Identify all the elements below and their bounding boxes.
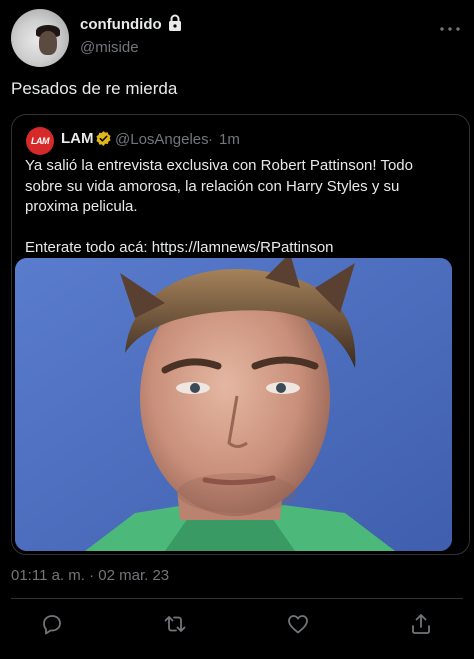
author-avatar[interactable] — [11, 9, 69, 67]
heart-icon — [288, 615, 308, 634]
quoted-text-line: sobre su vida amorosa, la relación con H… — [25, 177, 400, 195]
like-button[interactable] — [284, 610, 312, 638]
quoted-tweet-card[interactable]: LAM LAM @LosAngeles · 1m Ya salió la ent… — [11, 114, 470, 555]
tweet-text: Pesados de re mierda — [11, 79, 178, 98]
quoted-author-handle[interactable]: @LosAngeles — [115, 131, 209, 148]
reply-icon — [43, 615, 61, 635]
divider — [11, 598, 463, 599]
more-options-icon[interactable] — [439, 26, 461, 32]
quoted-link-line: Enterate todo acá: https://lamnews/RPatt… — [25, 238, 334, 256]
portrait-photo — [15, 258, 452, 551]
author-display-name[interactable]: confundido — [80, 16, 162, 33]
tweet: confundido @miside Pesados de re mierda … — [0, 0, 474, 659]
author-handle[interactable]: @miside — [80, 39, 139, 56]
verified-badge-icon — [96, 131, 111, 146]
share-button[interactable] — [407, 610, 435, 638]
quoted-author-avatar[interactable]: LAM — [26, 127, 54, 155]
share-icon — [412, 614, 430, 634]
quoted-separator: · — [208, 131, 213, 148]
quoted-time[interactable]: 1m — [219, 131, 240, 148]
retweet-button[interactable] — [161, 610, 189, 638]
quoted-tweet-text: Ya salió la entrevista exclusiva con Rob… — [25, 156, 457, 258]
quoted-text-line: proxima pelicula. — [25, 198, 138, 215]
tweet-timestamp[interactable]: 01:11 a. m. · 02 mar. 23 — [11, 567, 169, 584]
retweet-icon — [164, 616, 186, 632]
reply-button[interactable] — [38, 610, 66, 638]
avatar-face — [39, 31, 57, 55]
quoted-text-line: Ya salió la entrevista exclusiva con Rob… — [25, 157, 413, 174]
quoted-author-name[interactable]: LAM — [61, 130, 94, 147]
lock-icon — [169, 14, 181, 31]
quoted-media-image[interactable] — [15, 258, 452, 551]
